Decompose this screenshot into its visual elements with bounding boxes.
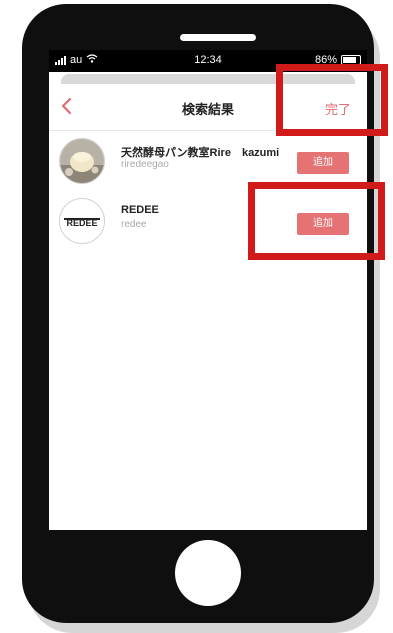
result-name: REDEE	[121, 204, 159, 216]
list-item: 天然酵母パン教室Rire kazumi riredeegao 追加	[49, 130, 367, 190]
result-handle: riredeegao	[121, 159, 169, 170]
result-name: 天然酵母パン教室Rire kazumi	[121, 147, 280, 159]
highlight-box	[276, 64, 388, 136]
avatar	[59, 138, 105, 184]
highlight-box	[248, 182, 385, 260]
home-button[interactable]	[175, 540, 241, 606]
avatar: REDEE	[59, 198, 105, 244]
add-button[interactable]: 追加	[297, 152, 349, 174]
phone-speaker	[180, 34, 256, 41]
result-handle: redee	[121, 219, 147, 230]
redee-logo: REDEE	[66, 218, 97, 228]
